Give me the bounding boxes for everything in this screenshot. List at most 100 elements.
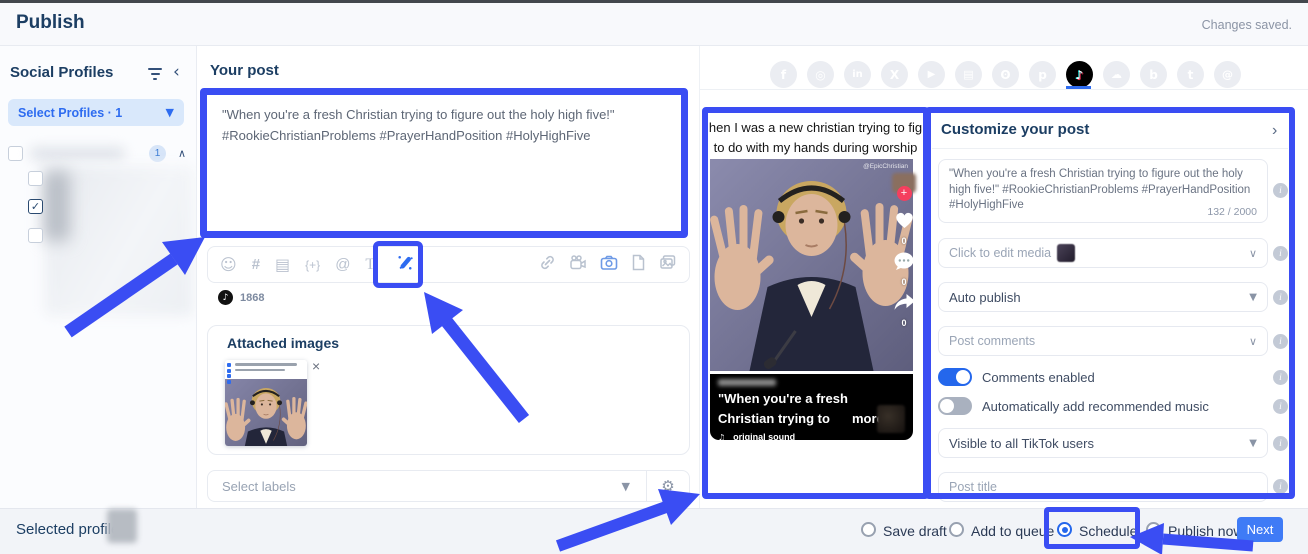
attached-images-title: Attached images <box>227 335 339 351</box>
network-youtube[interactable]: ▶ <box>918 61 945 88</box>
info-icon[interactable]: i <box>1273 334 1288 349</box>
snippet-icon[interactable]: ▤ <box>275 257 290 273</box>
auto-publish-select[interactable]: Auto publish ▼ <box>938 282 1268 312</box>
info-icon[interactable]: i <box>1273 370 1288 385</box>
customize-title: Customize your post <box>941 121 1089 138</box>
collapse-panel-icon[interactable]: › <box>1272 122 1277 140</box>
comments-enabled-toggle[interactable] <box>938 368 972 386</box>
gear-icon[interactable]: ⚙ <box>647 477 689 495</box>
selected-profile-avatar <box>107 509 137 543</box>
network-bluesky[interactable]: b <box>1140 61 1167 88</box>
visibility-select[interactable]: Visible to all TikTok users ▼ <box>938 428 1268 458</box>
composer-toolbar: ☺ # ▤ {+} @ T <box>207 246 690 283</box>
header: Publish Changes saved. <box>0 3 1308 46</box>
profile-checkbox-checked[interactable] <box>28 199 43 214</box>
collapse-sidebar-icon[interactable]: ‹ <box>173 62 180 82</box>
network-tiktok-active[interactable]: ♪ <box>1066 61 1093 88</box>
add-to-queue-label: Add to queue <box>971 523 1054 539</box>
publish-page: Publish Changes saved. Social Profiles ‹… <box>0 0 1308 554</box>
remove-image-icon[interactable]: × <box>312 358 320 374</box>
network-google-business[interactable]: ▤ <box>955 61 982 88</box>
next-button[interactable]: Next <box>1237 517 1283 542</box>
profile-checkbox[interactable] <box>28 228 43 243</box>
ai-wand-icon[interactable] <box>396 253 415 276</box>
profile-checkbox[interactable] <box>28 171 43 186</box>
recommended-music-toggle[interactable] <box>938 397 972 415</box>
network-x[interactable]: X <box>881 61 908 88</box>
post-title-input[interactable]: Post title <box>938 472 1268 502</box>
edit-media-field[interactable]: Click to edit media ∨ <box>938 238 1268 268</box>
comment-icon[interactable] <box>890 252 918 276</box>
media-thumbnail <box>1057 244 1075 262</box>
group-checkbox[interactable] <box>8 146 23 161</box>
save-draft-label: Save draft <box>883 523 947 539</box>
chevron-down-icon: ▼ <box>166 106 174 119</box>
info-icon[interactable]: i <box>1273 399 1288 414</box>
group-name-redacted <box>30 147 125 160</box>
video-icon[interactable] <box>569 254 587 276</box>
variable-icon[interactable]: {+} <box>305 259 320 271</box>
sound-album-art <box>877 405 905 433</box>
video-frame: @EpicChristian <box>710 159 913 371</box>
file-icon[interactable] <box>631 254 646 276</box>
info-icon[interactable]: i <box>1273 479 1288 494</box>
network-linkedin[interactable]: in <box>844 61 871 88</box>
share-count: 0 <box>890 318 918 328</box>
network-facebook[interactable]: f <box>770 61 797 88</box>
network-reddit[interactable]: ʘ <box>992 61 1019 88</box>
publish-now-radio[interactable] <box>1146 522 1161 537</box>
like-count: 0 <box>890 236 918 246</box>
hashtag-icon[interactable]: # <box>252 257 260 272</box>
comments-enabled-label: Comments enabled <box>982 370 1095 385</box>
attached-image-thumbnail[interactable] <box>225 360 307 446</box>
tiktok-caption-input[interactable]: "When you're a fresh Christian trying to… <box>938 159 1268 223</box>
recommended-music-label: Automatically add recommended music <box>982 399 1209 414</box>
select-profiles-dropdown[interactable]: Select Profiles · 1 ▼ <box>8 99 184 126</box>
share-icon[interactable] <box>890 293 918 317</box>
comment-count: 0 <box>890 277 918 287</box>
chevron-down-icon: ∨ <box>1249 247 1257 260</box>
info-icon[interactable]: i <box>1273 183 1288 198</box>
attached-images-card: Attached images × <box>207 325 690 455</box>
network-tabs: f ◎ in X ▶ ▤ ʘ p ♪ ☁ b t @ <box>770 61 1241 88</box>
publish-now-label: Publish now <box>1168 523 1244 539</box>
save-draft-radio[interactable] <box>861 522 876 537</box>
chevron-up-icon[interactable]: ∧ <box>178 147 186 160</box>
filter-icon[interactable] <box>148 68 162 83</box>
tiktok-icon: ♪ <box>218 290 233 305</box>
add-to-queue-radio[interactable] <box>949 522 964 537</box>
media-library-icon[interactable] <box>659 254 677 276</box>
group-count-badge: 1 <box>149 145 166 162</box>
tiktok-caption-overlay: "When you're a fresh Christian trying to… <box>710 374 913 440</box>
camera-icon[interactable] <box>600 254 618 276</box>
chevron-down-icon: ∨ <box>1249 335 1257 348</box>
network-tumblr[interactable]: t <box>1177 61 1204 88</box>
info-icon[interactable]: i <box>1273 436 1288 451</box>
network-pinterest[interactable]: p <box>1029 61 1056 88</box>
music-note-icon: ♫ <box>718 433 725 442</box>
mention-icon[interactable]: @ <box>335 257 350 272</box>
schedule-radio[interactable] <box>1057 522 1072 537</box>
post-comments-select[interactable]: Post comments ∨ <box>938 326 1268 356</box>
network-snapchat[interactable]: ☁ <box>1103 61 1130 88</box>
post-text-input[interactable]: "When you're a fresh Christian trying to… <box>207 95 681 231</box>
heart-icon[interactable] <box>890 209 918 235</box>
follow-plus-icon[interactable]: + <box>897 186 912 201</box>
tiktok-action-rail: + 0 0 0 <box>890 173 918 334</box>
thumbnail-meme-text <box>225 360 307 379</box>
labels-placeholder: Select labels <box>208 479 622 494</box>
profile-avatar-redacted <box>44 171 70 241</box>
caret-down-icon: ▼ <box>1249 438 1257 449</box>
drag-handle-icon[interactable] <box>227 363 232 385</box>
emoji-icon[interactable]: ☺ <box>220 257 237 273</box>
chevron-down-icon: ▼ <box>622 480 646 493</box>
network-instagram[interactable]: ◎ <box>807 61 834 88</box>
select-profiles-label: Select Profiles · 1 <box>18 106 166 120</box>
network-threads[interactable]: @ <box>1214 61 1241 88</box>
char-counter: 132 / 2000 <box>1207 206 1257 218</box>
text-format-icon[interactable]: T <box>365 257 375 273</box>
labels-select[interactable]: Select labels ▼ ⚙ <box>207 470 690 502</box>
info-icon[interactable]: i <box>1273 246 1288 261</box>
link-icon[interactable] <box>539 254 556 276</box>
info-icon[interactable]: i <box>1273 290 1288 305</box>
